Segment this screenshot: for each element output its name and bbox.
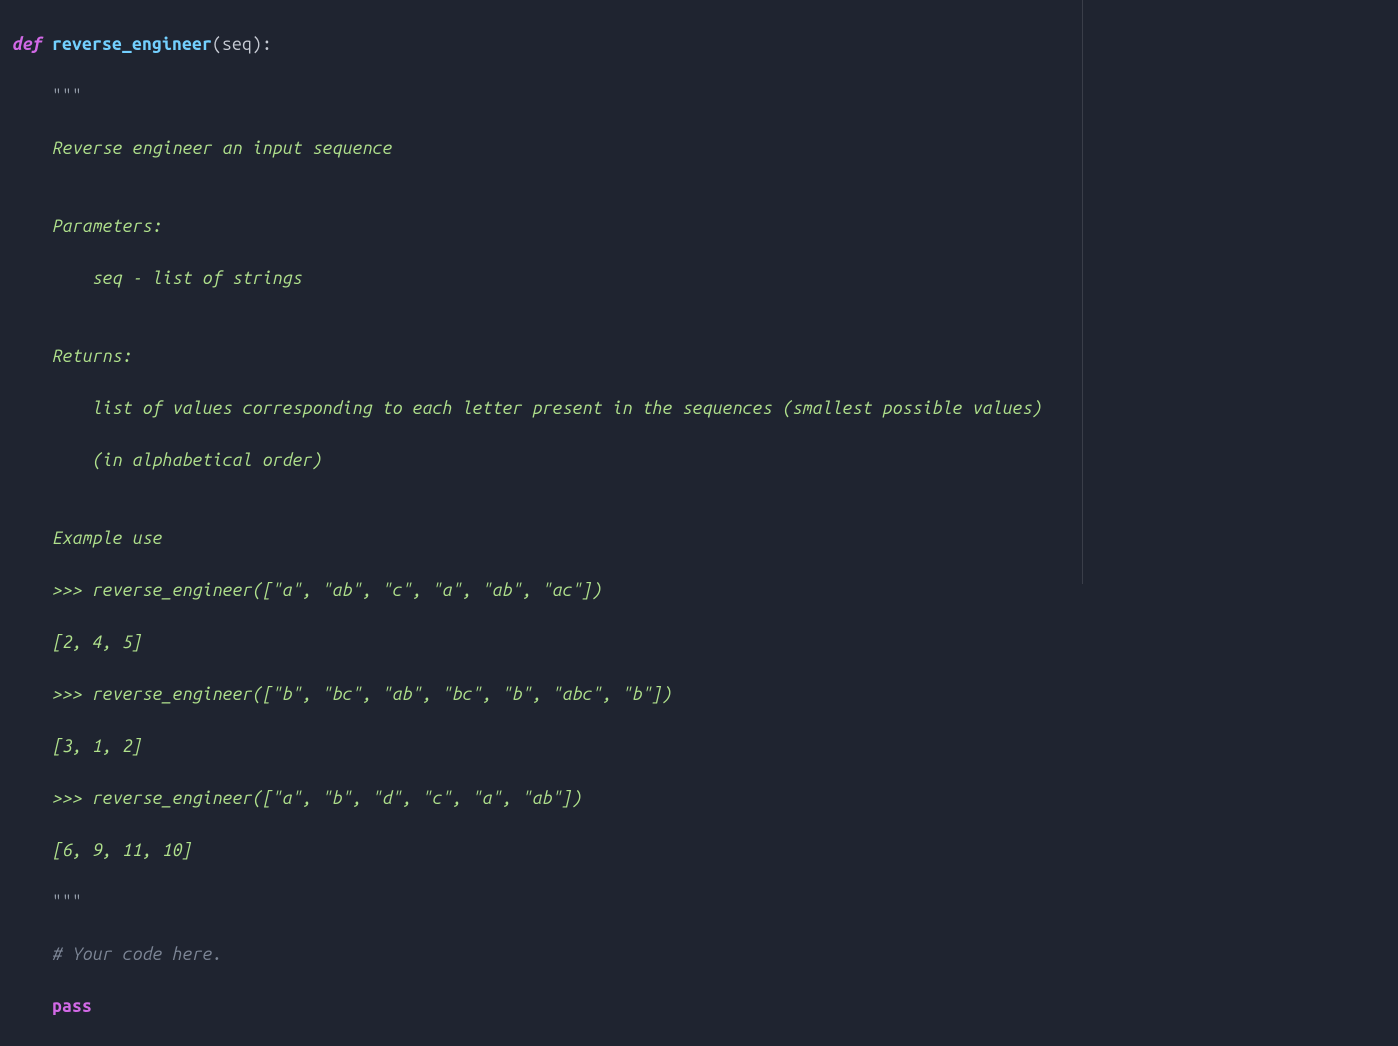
function-name: reverse_engineer [52,35,212,54]
paren-open: ( [212,35,222,54]
docstring-line: >>> reverse_engineer(["a", "ab", "c", "a… [12,578,1398,604]
docstring-line: Reverse engineer an input sequence [12,136,1398,162]
docstring-open: """ [12,84,1398,110]
paren-close-colon: ): [252,35,272,54]
keyword-def: def [12,35,42,54]
space [42,35,52,54]
code-line: pass [12,994,1398,1020]
editor-ruler [1082,0,1083,584]
code-editor[interactable]: def reverse_engineer(seq): """ Reverse e… [0,0,1398,1046]
docstring-line: [2, 4, 5] [12,630,1398,656]
code-line: def reverse_engineer(seq): [12,32,1398,58]
param-seq: seq [222,35,252,54]
keyword-pass: pass [52,997,92,1016]
docstring-line: Returns: [12,344,1398,370]
docstring-line: Parameters: [12,214,1398,240]
docstring-line: [3, 1, 2] [12,734,1398,760]
docstring-line: seq - list of strings [12,266,1398,292]
docstring-line: (in alphabetical order) [12,448,1398,474]
docstring-close: """ [12,890,1398,916]
docstring-line: Example use [12,526,1398,552]
docstring-line: >>> reverse_engineer(["a", "b", "d", "c"… [12,786,1398,812]
docstring-line: [6, 9, 11, 10] [12,838,1398,864]
docstring-line: list of values corresponding to each let… [12,396,1398,422]
docstring-line: >>> reverse_engineer(["b", "bc", "ab", "… [12,682,1398,708]
indent [12,997,52,1016]
comment-line: # Your code here. [12,942,1398,968]
